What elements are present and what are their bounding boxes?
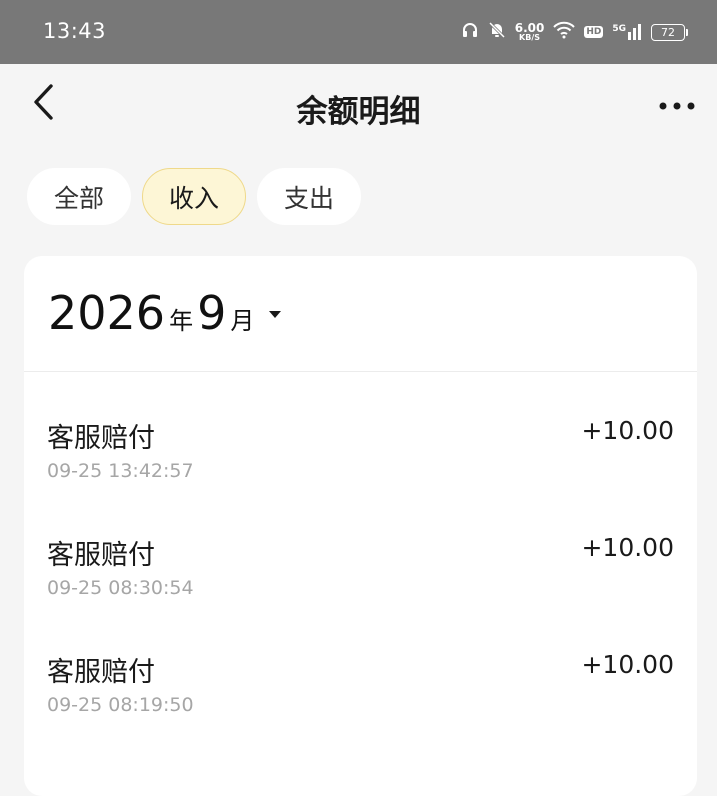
tab-all[interactable]: 全部 [27, 168, 132, 225]
transaction-title: 客服赔付 [47, 657, 155, 688]
transaction-amount: +10.00 [581, 533, 674, 562]
transaction-time: 09-25 13:42:57 [47, 460, 194, 482]
transaction-time: 09-25 08:19:50 [47, 694, 194, 716]
month-value: 9 [197, 286, 227, 340]
transaction-row[interactable]: 客服赔付 09-25 08:30:54 +10.00 [24, 533, 697, 650]
battery-indicator: 72 [651, 23, 688, 41]
transaction-row[interactable]: 客服赔付 09-25 13:42:57 +10.00 [24, 416, 697, 533]
status-bar: 13:43 6.00 KB/S HD 5G 72 [0, 0, 717, 64]
year-unit: 年 [169, 307, 194, 335]
page-title: 余额明细 [296, 94, 421, 130]
caret-down-icon [268, 304, 282, 323]
top-app-bar: 余额明细 [0, 64, 717, 148]
transaction-amount: +10.00 [581, 416, 674, 445]
wifi-icon [553, 21, 576, 43]
tab-expense[interactable]: 支出 [257, 168, 362, 225]
transaction-row[interactable]: 客服赔付 09-25 08:19:50 +10.00 [24, 650, 697, 767]
transaction-title: 客服赔付 [47, 423, 155, 454]
net-speed-unit: KB/S [519, 33, 541, 42]
divider [24, 371, 697, 372]
more-horizontal-icon [659, 95, 695, 114]
more-button[interactable] [655, 86, 699, 122]
transaction-time: 09-25 08:30:54 [47, 577, 194, 599]
month-unit: 月 [230, 307, 255, 335]
net-speed: 6.00 KB/S [515, 22, 545, 42]
bell-muted-icon [488, 21, 506, 43]
signal-label: 5G [612, 24, 626, 34]
signal-icon: 5G [612, 24, 642, 40]
filter-tabs: 全部 收入 支出 [27, 168, 362, 225]
hd-badge: HD [584, 26, 604, 38]
transactions-card: 2026 年 9 月 客服赔付 09-25 13:42:57 +10.00 客服… [24, 256, 697, 796]
year-value: 2026 [48, 286, 166, 340]
month-picker[interactable]: 2026 年 9 月 [48, 286, 282, 340]
transaction-amount: +10.00 [581, 650, 674, 679]
headphones-icon [461, 21, 479, 43]
status-time: 13:43 [43, 19, 107, 43]
tab-income[interactable]: 收入 [142, 168, 247, 225]
transaction-title: 客服赔付 [47, 540, 155, 571]
status-icons: 6.00 KB/S HD 5G 72 [461, 18, 688, 46]
